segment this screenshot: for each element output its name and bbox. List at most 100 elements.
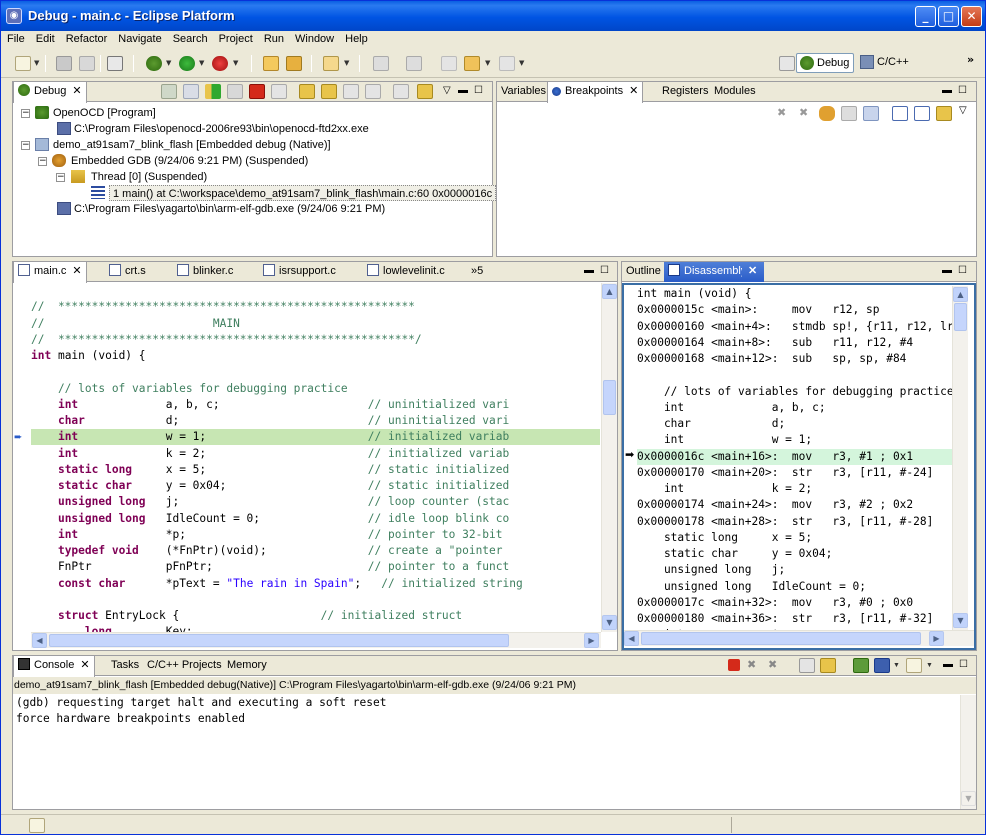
tab-cpp-projects[interactable]: C/C++ Projects <box>143 656 226 676</box>
drop-to-frame-icon[interactable] <box>365 84 381 99</box>
tree-item-openocd[interactable]: OpenOCD [Program] <box>53 105 156 121</box>
menu-refactor[interactable]: Refactor <box>60 31 113 45</box>
new-icon[interactable] <box>15 56 31 71</box>
menu-search[interactable]: Search <box>167 31 213 45</box>
tab-outline[interactable]: Outline <box>622 262 665 282</box>
next-annotation-icon[interactable] <box>373 56 389 71</box>
type-dropdown-icon[interactable]: ▼ <box>344 59 349 67</box>
use-step-filters-icon[interactable] <box>417 84 433 99</box>
minimize-view-icon[interactable]: ▬ <box>458 85 468 96</box>
perspective-cpp[interactable]: C/C++ <box>857 53 913 73</box>
editor-vertical-scrollbar[interactable]: ▲ ▼ <box>601 283 617 632</box>
menu-file[interactable]: File <box>1 31 30 45</box>
tab-tasks[interactable]: Tasks <box>107 656 143 676</box>
step-over-icon[interactable] <box>321 84 337 99</box>
maximize-view-icon[interactable]: ☐ <box>474 85 483 96</box>
remove-all-icon[interactable]: ✖ <box>799 106 808 119</box>
scroll-down-icon[interactable]: ▼ <box>602 615 617 630</box>
scroll-thumb[interactable] <box>954 303 967 331</box>
display-dropdown-icon[interactable]: ▼ <box>893 662 900 669</box>
disassembly-horizontal-scrollbar[interactable]: ◀ ▶ <box>624 630 974 646</box>
binary-icon[interactable] <box>107 56 123 71</box>
menu-edit[interactable]: Edit <box>30 31 60 45</box>
remove-launch-icon[interactable]: ✖ <box>747 658 756 671</box>
scroll-down-icon[interactable]: ▼ <box>961 791 976 806</box>
terminate-icon[interactable] <box>249 84 265 99</box>
tab-variables[interactable]: Variables <box>497 82 550 102</box>
skip-all-icon[interactable] <box>863 106 879 121</box>
link-with-debug-icon[interactable] <box>936 106 952 121</box>
close-icon[interactable]: ✕ <box>72 85 81 97</box>
run-dropdown-icon[interactable]: ▼ <box>199 59 204 67</box>
scroll-left-icon[interactable]: ◀ <box>624 631 639 646</box>
tab-breakpoints[interactable]: Breakpoints ✕ <box>547 82 644 103</box>
step-return-icon[interactable] <box>343 84 359 99</box>
tab-console[interactable]: Console ✕ <box>13 656 95 677</box>
disassembly-vertical-scrollbar[interactable]: ▲ ▼ <box>952 286 968 630</box>
scroll-thumb[interactable] <box>603 380 616 415</box>
disconnect-icon[interactable] <box>271 84 287 99</box>
title-bar[interactable]: ◉ Debug - main.c - Eclipse Platform _ □ … <box>1 1 985 31</box>
close-button[interactable]: ✕ <box>961 6 982 27</box>
close-icon[interactable]: ✕ <box>748 265 757 277</box>
connect-icon[interactable] <box>183 84 199 99</box>
close-icon[interactable]: ✕ <box>80 659 89 671</box>
open-console-icon[interactable] <box>906 658 922 673</box>
tree-expander[interactable]: − <box>38 157 47 166</box>
minimize-button[interactable]: _ <box>915 6 936 27</box>
forward-icon[interactable] <box>499 56 515 71</box>
tab-main-c[interactable]: main.c ✕ <box>13 262 87 283</box>
scroll-up-icon[interactable]: ▲ <box>602 284 617 299</box>
minimize-view-icon[interactable]: ▬ <box>943 659 953 670</box>
perspective-overflow[interactable]: » <box>967 53 974 66</box>
display-console-icon[interactable] <box>874 658 890 673</box>
maximize-view-icon[interactable]: ☐ <box>600 265 609 276</box>
show-supported-icon[interactable] <box>819 106 835 121</box>
menu-navigate[interactable]: Navigate <box>112 31 166 45</box>
save-icon[interactable] <box>56 56 72 71</box>
open-console-dropdown-icon[interactable]: ▼ <box>926 662 933 669</box>
tree-item-stack-frame[interactable]: 1 main() at C:\workspace\demo_at91sam7_b… <box>109 185 497 201</box>
tab-lowlevelinit-c[interactable]: lowlevelinit.c <box>363 262 449 282</box>
source-code[interactable]: // *************************************… <box>31 283 600 632</box>
run-icon[interactable] <box>179 56 195 71</box>
view-menu-icon[interactable]: ▽ <box>959 105 967 116</box>
console-vertical-scrollbar[interactable]: ▼ <box>960 695 976 809</box>
new-dropdown-icon[interactable]: ▼ <box>34 59 39 67</box>
tab-crt-s[interactable]: crt.s <box>105 262 150 282</box>
tree-expander[interactable]: − <box>21 109 30 118</box>
scroll-down-icon[interactable]: ▼ <box>953 613 968 628</box>
tab-disassembly[interactable]: Disassembly ✕ <box>664 262 764 282</box>
minimize-view-icon[interactable]: ▬ <box>942 265 952 276</box>
tab-debug[interactable]: Debug ✕ <box>13 82 87 103</box>
close-icon[interactable]: ✕ <box>72 265 81 277</box>
scroll-thumb[interactable] <box>641 632 921 645</box>
console-output[interactable]: (gdb) requesting target halt and executi… <box>16 695 959 795</box>
debug-icon[interactable] <box>146 56 162 71</box>
maximize-view-icon[interactable]: ☐ <box>958 85 967 96</box>
editor-horizontal-scrollbar[interactable]: ◀ ▶ <box>31 632 601 648</box>
tab-memory[interactable]: Memory <box>223 656 271 676</box>
minimize-view-icon[interactable]: ▬ <box>942 85 952 96</box>
tab-modules[interactable]: Modules <box>710 82 760 102</box>
menu-window[interactable]: Window <box>289 31 339 45</box>
last-edit-icon[interactable] <box>441 56 457 71</box>
minimize-view-icon[interactable]: ▬ <box>584 265 594 276</box>
collapse-all-icon[interactable] <box>914 106 930 121</box>
editor-tabs-overflow[interactable]: »5 <box>467 262 487 282</box>
remove-all-terminated-icon[interactable]: ✖ <box>768 658 777 671</box>
suspend-icon[interactable] <box>227 84 243 99</box>
tab-blinker-c[interactable]: blinker.c <box>173 262 237 282</box>
disassembly-code[interactable]: int main (void) {0x0000015c <main>: mov … <box>637 286 952 630</box>
menu-run[interactable]: Run <box>258 31 289 45</box>
terminate-icon[interactable] <box>728 659 740 671</box>
perspective-debug[interactable]: Debug <box>796 53 855 73</box>
scroll-right-icon[interactable]: ▶ <box>929 631 944 646</box>
tools-dropdown-icon[interactable]: ▼ <box>233 59 238 67</box>
debug-dropdown-icon[interactable]: ▼ <box>166 59 171 67</box>
scroll-up-icon[interactable]: ▲ <box>953 287 968 302</box>
open-type-icon[interactable] <box>323 56 339 71</box>
resume-icon[interactable] <box>205 84 221 99</box>
scroll-right-icon[interactable]: ▶ <box>584 633 599 648</box>
menu-help[interactable]: Help <box>339 31 373 45</box>
